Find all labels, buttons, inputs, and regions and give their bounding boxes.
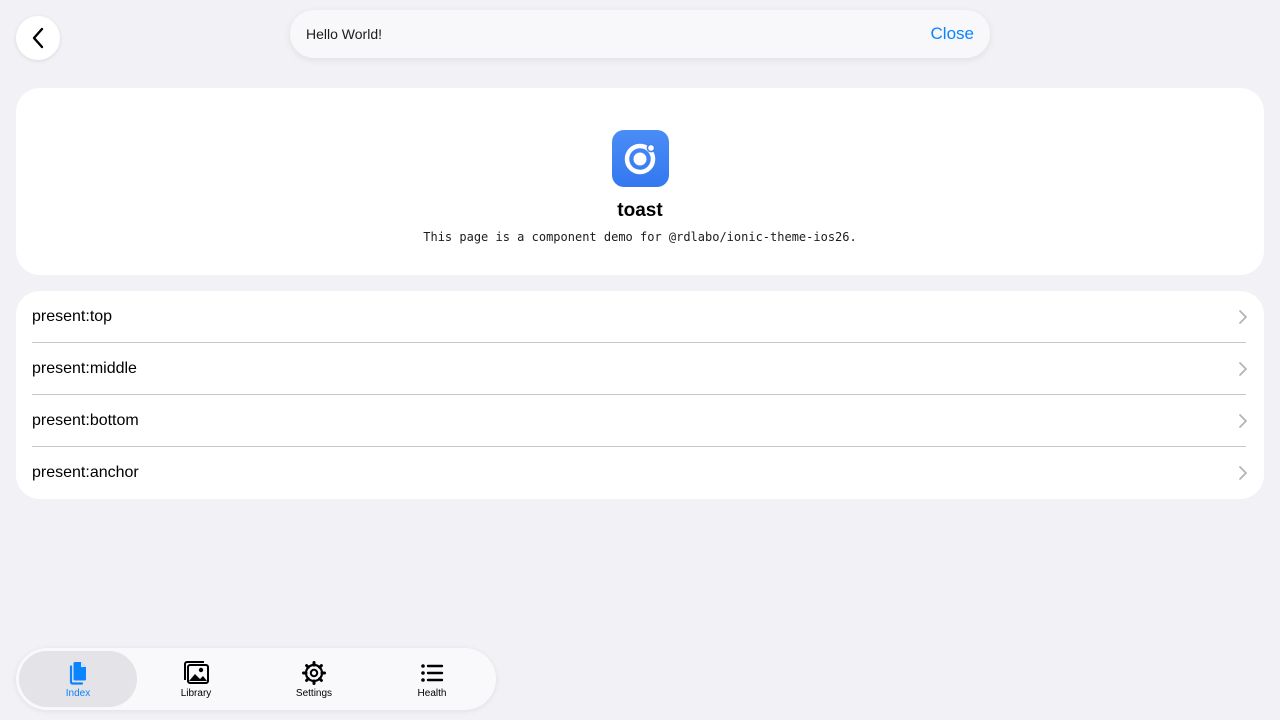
list-item-present-middle[interactable]: present:middle bbox=[32, 343, 1264, 395]
present-list: present:top present:middle present:botto… bbox=[16, 291, 1264, 499]
ionic-logo-icon bbox=[611, 130, 669, 187]
back-button[interactable] bbox=[16, 16, 60, 60]
tab-library[interactable]: Library bbox=[137, 651, 255, 707]
toast-close-button[interactable]: Close bbox=[931, 24, 974, 44]
list-item-present-top[interactable]: present:top bbox=[32, 291, 1264, 343]
chevron-forward-icon bbox=[1239, 466, 1247, 480]
hero-card: toast This page is a component demo for … bbox=[16, 88, 1264, 275]
gear-icon bbox=[300, 660, 328, 686]
tab-bar: Index Library Settings Health bbox=[16, 648, 496, 710]
page-title: toast bbox=[617, 200, 663, 221]
tab-label: Health bbox=[417, 687, 447, 699]
documents-icon bbox=[64, 660, 92, 686]
list-item-label: present:middle bbox=[32, 360, 137, 377]
tab-label: Library bbox=[180, 687, 212, 699]
list-item-present-anchor[interactable]: present:anchor bbox=[32, 447, 1264, 499]
chevron-back-icon bbox=[32, 27, 44, 49]
tab-settings[interactable]: Settings bbox=[255, 651, 373, 707]
list-item-label: present:anchor bbox=[32, 464, 139, 481]
toast: Hello World! Close bbox=[290, 10, 990, 58]
list-item-label: present:bottom bbox=[32, 412, 139, 429]
chevron-forward-icon bbox=[1239, 310, 1247, 324]
images-icon bbox=[182, 660, 210, 686]
list-item-label: present:top bbox=[32, 308, 113, 325]
tab-label: Settings bbox=[295, 687, 333, 699]
list-item-present-bottom[interactable]: present:bottom bbox=[32, 395, 1264, 447]
toast-message: Hello World! bbox=[306, 26, 382, 42]
chevron-forward-icon bbox=[1239, 362, 1247, 376]
chevron-forward-icon bbox=[1239, 414, 1247, 428]
tab-index[interactable]: Index bbox=[19, 651, 137, 707]
list-icon bbox=[418, 660, 446, 686]
tab-health[interactable]: Health bbox=[373, 651, 491, 707]
page-subtitle: This page is a component demo for @rdlab… bbox=[423, 230, 857, 244]
tab-label: Index bbox=[65, 687, 91, 699]
